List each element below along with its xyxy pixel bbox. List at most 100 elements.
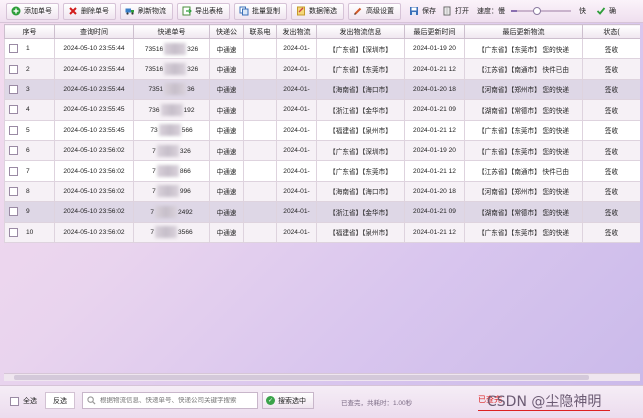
cell-sent: 2024-01- bbox=[276, 221, 317, 243]
redaction-blur bbox=[158, 124, 181, 137]
cell-sent: 2024-01- bbox=[276, 58, 317, 80]
table-row[interactable]: 3 2024-05-10 23:55:44 7351 36 中通速 2024-01- 【海南… bbox=[4, 78, 640, 101]
col-header-last-update-time[interactable]: 最后更新时间 bbox=[404, 24, 465, 39]
search-field[interactable] bbox=[82, 392, 258, 409]
cell-index[interactable]: 10 bbox=[4, 221, 55, 243]
cell-tracking-number: 7 866 bbox=[133, 160, 210, 182]
cell-status: 签收 bbox=[582, 180, 640, 203]
row-checkbox[interactable] bbox=[9, 44, 18, 54]
data-filter-button[interactable]: 数据筛选 bbox=[291, 2, 344, 20]
cell-sent: 2024-01- bbox=[276, 37, 317, 60]
cell-last-update-info: 【湖南省】【常德市】 您的快递 bbox=[464, 99, 583, 121]
row-checkbox[interactable] bbox=[9, 146, 18, 156]
col-header-last-update-info[interactable]: 最后更新物流 bbox=[464, 24, 583, 39]
cell-index[interactable]: 6 bbox=[4, 139, 55, 162]
table-row[interactable]: 9 2024-05-10 23:56:02 7 2492 中通速 2024-01- 【浙江省… bbox=[4, 201, 640, 223]
cell-status: 签收 bbox=[582, 78, 640, 101]
cell-status: 签收 bbox=[582, 160, 640, 182]
row-checkbox[interactable] bbox=[9, 84, 18, 94]
table-row[interactable]: 4 2024-05-10 23:55:45 736 192 中通速 2024-01- 【浙江… bbox=[4, 99, 640, 121]
row-checkbox[interactable] bbox=[9, 207, 18, 217]
col-header-phone[interactable]: 联系电 bbox=[243, 24, 277, 39]
cell-index[interactable]: 3 bbox=[4, 78, 55, 101]
cell-phone bbox=[243, 160, 277, 182]
cell-sent: 2024-01- bbox=[276, 78, 317, 101]
row-checkbox[interactable] bbox=[9, 166, 18, 176]
search-input[interactable] bbox=[100, 397, 250, 404]
invert-selection-button[interactable]: 反选 bbox=[45, 392, 75, 409]
table-row[interactable]: 6 2024-05-10 23:56:02 7 326 中通速 2024-01- 【广东省】… bbox=[4, 139, 640, 162]
cell-tracking-number: 73516 326 bbox=[133, 58, 210, 80]
table-row[interactable]: 1 2024-05-10 23:55:44 73516 326 中通速 2024-01- 【… bbox=[4, 37, 640, 60]
tracking-prefix: 7351 bbox=[148, 86, 164, 94]
results-table: 序号 查询时间 快递单号 快递公 联系电 发出物流 发出物流信息 最后更新时间 … bbox=[4, 24, 640, 243]
cell-sent: 2024-01- bbox=[276, 139, 317, 162]
horizontal-scrollbar[interactable] bbox=[4, 373, 640, 381]
row-number: 5 bbox=[26, 126, 30, 134]
tracking-prefix: 7 bbox=[152, 167, 156, 175]
select-all-checkbox[interactable] bbox=[10, 396, 19, 406]
col-header-tracking-number[interactable]: 快递单号 bbox=[133, 24, 210, 39]
cell-last-update-info: 【湖南省】【常德市】 您的快递 bbox=[464, 201, 583, 223]
row-checkbox[interactable] bbox=[9, 105, 18, 115]
col-header-courier[interactable]: 快递公 bbox=[209, 24, 244, 39]
add-number-label: 添加单号 bbox=[24, 8, 52, 15]
cell-last-update-time: 2024-01-21 12 bbox=[404, 58, 465, 80]
speed-slider[interactable] bbox=[511, 6, 571, 16]
search-selected-button[interactable]: ✓ 搜索选中 bbox=[262, 392, 314, 409]
cell-sent-info: 【广东省】【深圳市】 bbox=[316, 139, 405, 162]
col-header-query-time[interactable]: 查询时间 bbox=[54, 24, 134, 39]
cell-last-update-info: 【河南省】【郑州市】 您的快递 bbox=[464, 180, 583, 203]
open-button[interactable]: 打开 bbox=[442, 6, 469, 16]
row-number: 7 bbox=[26, 167, 30, 175]
row-checkbox[interactable] bbox=[9, 186, 18, 196]
col-header-index[interactable]: 序号 bbox=[4, 24, 55, 39]
col-header-sent-info[interactable]: 发出物流信息 bbox=[316, 24, 405, 39]
cell-last-update-time: 2024-01-21 09 bbox=[404, 201, 465, 223]
cell-phone bbox=[243, 201, 277, 223]
settings-pen-icon bbox=[353, 6, 363, 16]
cell-index[interactable]: 5 bbox=[4, 119, 55, 141]
advanced-settings-button[interactable]: 高级设置 bbox=[348, 2, 401, 20]
slider-thumb[interactable] bbox=[533, 7, 541, 15]
cell-last-update-info: 【广东省】【东莞市】 您的快递 bbox=[464, 221, 583, 243]
cell-sent: 2024-01- bbox=[276, 201, 317, 223]
status-text: 已查完，共耗时：1.00秒 bbox=[341, 400, 413, 407]
cell-status: 签收 bbox=[582, 221, 640, 243]
table-row[interactable]: 5 2024-05-10 23:55:45 73 566 中通速 2024-01- 【福建省… bbox=[4, 119, 640, 141]
cell-sent: 2024-01- bbox=[276, 119, 317, 141]
cell-status: 签收 bbox=[582, 37, 640, 60]
results-grid: 序号 查询时间 快递单号 快递公 联系电 发出物流 发出物流信息 最后更新时间 … bbox=[4, 24, 640, 373]
scrollbar-thumb[interactable] bbox=[14, 375, 589, 380]
cell-index[interactable]: 2 bbox=[4, 58, 55, 80]
cell-index[interactable]: 4 bbox=[4, 99, 55, 121]
cell-index[interactable]: 7 bbox=[4, 160, 55, 182]
row-checkbox[interactable] bbox=[9, 64, 18, 74]
select-all[interactable]: 全选 bbox=[10, 396, 37, 406]
save-button[interactable]: 保存 bbox=[409, 6, 436, 16]
add-number-button[interactable]: 添加单号 bbox=[6, 2, 59, 20]
cell-query-time: 2024-05-10 23:55:45 bbox=[54, 99, 134, 121]
batch-copy-button[interactable]: 批量复制 bbox=[234, 2, 287, 20]
col-header-status[interactable]: 状态( bbox=[582, 24, 640, 39]
redaction-blur bbox=[164, 63, 187, 76]
table-row[interactable]: 7 2024-05-10 23:56:02 7 866 中通速 2024-01- 【广东省】… bbox=[4, 160, 640, 182]
table-row[interactable]: 10 2024-05-10 23:56:02 7 3566 中通速 2024-01- 【福建… bbox=[4, 221, 640, 243]
cell-index[interactable]: 9 bbox=[4, 201, 55, 223]
refresh-logistics-button[interactable]: 刷新物流 bbox=[120, 2, 173, 20]
tracking-prefix: 73516 bbox=[144, 45, 164, 53]
confirm-button[interactable]: 确 bbox=[596, 6, 616, 16]
cell-index[interactable]: 1 bbox=[4, 37, 55, 60]
export-table-button[interactable]: 导出表格 bbox=[177, 2, 230, 20]
copy-icon bbox=[239, 6, 249, 16]
table-row[interactable]: 2 2024-05-10 23:55:44 73516 326 中通速 2024-01- 【… bbox=[4, 58, 640, 80]
cell-index[interactable]: 8 bbox=[4, 180, 55, 203]
table-row[interactable]: 8 2024-05-10 23:56:02 7 996 中通速 2024-01- 【海南省】… bbox=[4, 180, 640, 203]
cell-last-update-info: 【广东省】【东莞市】 您的快递 bbox=[464, 37, 583, 60]
col-header-sent[interactable]: 发出物流 bbox=[276, 24, 317, 39]
row-checkbox[interactable] bbox=[9, 227, 18, 237]
delete-number-button[interactable]: 删除单号 bbox=[63, 2, 116, 20]
row-checkbox[interactable] bbox=[9, 125, 18, 135]
cell-status: 签收 bbox=[582, 139, 640, 162]
select-all-label: 全选 bbox=[23, 398, 37, 405]
